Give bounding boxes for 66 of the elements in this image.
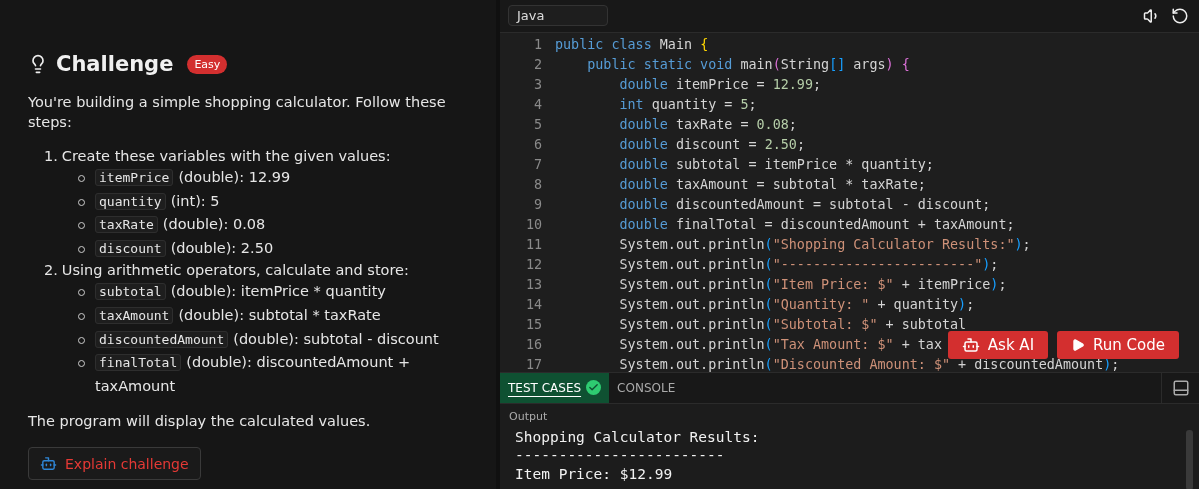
- code-line: System.out.println("------------------------");: [618, 257, 999, 273]
- code-line: System.out.println("Shopping Calculator Results:");: [618, 237, 1031, 253]
- line-number: 8: [532, 177, 542, 193]
- code-line: double subtotal = itemPrice * quantity;: [618, 157, 934, 173]
- line-number: 7: [532, 157, 542, 173]
- robot-icon: [40, 455, 57, 473]
- reset-icon[interactable]: [1171, 6, 1189, 25]
- line-number: 12: [524, 257, 542, 273]
- play-icon: [1071, 337, 1086, 352]
- robot-icon: [961, 335, 980, 354]
- challenge-description: You're building a simple shopping calculator. Follow these steps:: [28, 93, 447, 132]
- line-number: 11: [524, 237, 542, 253]
- line-number: 15: [524, 317, 542, 333]
- line-number: 17: [524, 357, 542, 372]
- ask-ai-button[interactable]: Ask AI: [947, 330, 1049, 359]
- output-line: Shopping Calculator Results:: [514, 427, 761, 446]
- code-line: System.out.println("Quantity: " + quantity);: [618, 297, 975, 313]
- challenge-title: Challenge: [56, 52, 174, 76]
- line-number: 13: [524, 277, 542, 293]
- line-number: 9: [532, 197, 542, 213]
- language-selector[interactable]: Java: [508, 5, 608, 27]
- variable-item: discountedAmount (double): subtotal - discount: [95, 327, 439, 352]
- line-number: 4: [532, 97, 542, 113]
- variable-item: subtotal (double): itemPrice * quantity: [95, 280, 386, 304]
- line-number: 10: [524, 217, 542, 233]
- code-line: double taxAmount = subtotal * taxRate;: [618, 177, 926, 193]
- panel-icon: [1171, 378, 1190, 397]
- step-text: Create these variables with the given values:: [61, 147, 391, 166]
- output-label: Output: [509, 409, 549, 423]
- step-text: Using arithmetic operators, calculate and store:: [61, 261, 409, 281]
- explain-challenge-button[interactable]: Explain challenge: [28, 447, 201, 481]
- variable-item: discount (double): 2.50: [95, 236, 274, 261]
- code-line: double taxRate = 0.08;: [618, 117, 797, 133]
- code-line: int quantity = 5;: [618, 97, 757, 113]
- run-code-button[interactable]: Run Code: [1057, 330, 1179, 359]
- check-icon: [586, 380, 602, 396]
- line-number: 1: [532, 37, 542, 53]
- code-line: System.out.println("Tax Amount: $" + tax: [618, 337, 942, 353]
- variable-item: finalTotal (double): discountedAmount + taxAmount: [95, 353, 412, 396]
- variable-item: taxRate (double): 0.08: [95, 213, 266, 237]
- step-number: 1.: [44, 147, 58, 166]
- code-line: double discountedAmount = subtotal - discount;: [618, 197, 991, 213]
- panel-tab[interactable]: TEST CASES: [500, 372, 610, 403]
- challenge-summary: The program will display the calculated values.: [28, 412, 372, 432]
- code-line: public class Main {: [555, 37, 709, 53]
- output-line: Item Price: $12.99: [514, 464, 674, 483]
- variable-item: itemPrice (double): 12.99: [95, 166, 291, 190]
- difficulty-badge: Easy: [187, 54, 228, 74]
- output-line: ------------------------: [514, 446, 726, 465]
- line-number: 6: [532, 137, 542, 153]
- code-line: System.out.println("Item Price: $" + itemPrice);: [618, 277, 1007, 293]
- panel-tab[interactable]: CONSOLE: [609, 372, 684, 403]
- variable-item: taxAmount (double): subtotal * taxRate: [95, 303, 381, 328]
- line-number: 3: [532, 77, 542, 93]
- variable-item: quantity (int): 5: [95, 189, 220, 214]
- line-number: 16: [524, 337, 542, 353]
- code-line: public static void main(String[] args) {: [586, 57, 910, 73]
- code-line: double itemPrice = 12.99;: [618, 77, 822, 93]
- code-line: double discount = 2.50;: [618, 137, 805, 153]
- code-line: System.out.println("Subtotal: $" + subtotal: [618, 317, 967, 333]
- line-number: 14: [524, 297, 542, 313]
- scrollbar[interactable]: [1186, 429, 1193, 489]
- line-number: 2: [532, 57, 542, 73]
- step-number: 2.: [44, 261, 58, 281]
- line-number: 5: [532, 117, 542, 133]
- code-line: double finalTotal = discountedAmount + taxAmount;: [618, 217, 1015, 233]
